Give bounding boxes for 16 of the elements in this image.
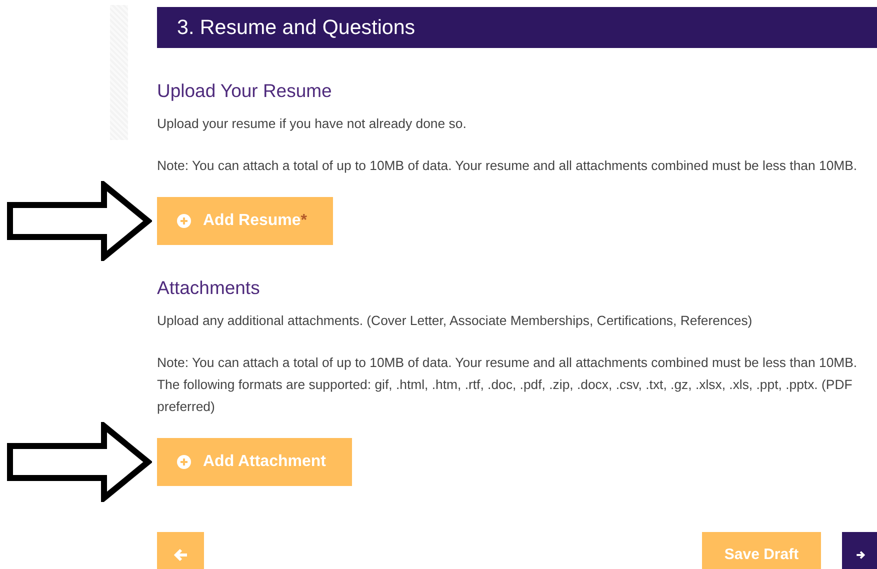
required-mark: *: [300, 212, 308, 229]
section-title: Upload Your Resume: [157, 79, 333, 103]
add-resume-button[interactable]: Add Resume*: [157, 196, 334, 245]
next-button[interactable]: [842, 532, 877, 569]
description-text: Upload any additional attachments. (Cover Letter, Associate Memberships, Certifications, References): [157, 312, 754, 330]
plus-circle-icon: [177, 214, 191, 228]
note-text: Note: You can attach a total of up to 10MB of data. Your resume and all attachments combined must be less than 10MB. The following formats are supported: gif, .html, .htm, .rtf, .doc, .pdf, .zip, .docx, .csv, .txt, .gz, .xlsx, .xls, .ppt, .pptx. (PDF preferred): [157, 354, 858, 416]
save-draft-button[interactable]: Save Draft: [702, 532, 821, 569]
section-title: Attachments: [157, 276, 261, 300]
description-text: Upload your resume if you have not already done so.: [157, 114, 468, 133]
note-text: Note: You can attach a total of up to 10MB of data. Your resume and all attachments combined must be less than 10MB.: [157, 156, 858, 175]
add-attachment-button[interactable]: Add Attachment: [157, 438, 352, 486]
right-arrow-icon: [856, 548, 865, 562]
plus-circle-icon: [177, 454, 191, 468]
section-header: 3. Resume and Questions: [157, 7, 877, 48]
left-arrow-icon: [174, 548, 188, 562]
